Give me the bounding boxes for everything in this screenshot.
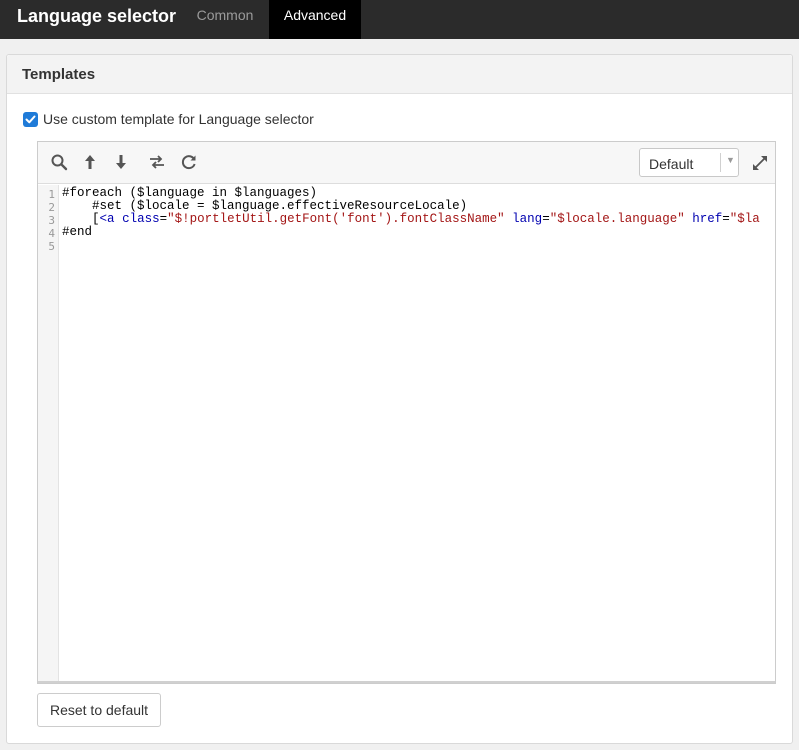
- code-editor: Default ▼ 1 2 3 4 5 #foreach ($language …: [37, 141, 776, 684]
- tab-common[interactable]: Common: [183, 0, 267, 39]
- line-number: 2: [48, 201, 55, 214]
- theme-select-value: Default: [649, 156, 694, 172]
- check-icon: [25, 115, 36, 124]
- line-gutter: 1 2 3 4 5: [38, 185, 59, 681]
- fullscreen-icon[interactable]: [751, 154, 769, 172]
- editor-resize-bar[interactable]: [38, 681, 775, 683]
- custom-template-checkbox[interactable]: [23, 112, 38, 127]
- line-number: 1: [48, 188, 55, 201]
- app-title: Language selector: [17, 6, 177, 26]
- editor-toolbar: Default ▼: [38, 142, 775, 184]
- line-number: 5: [48, 240, 55, 253]
- tab-advanced[interactable]: Advanced: [269, 0, 361, 39]
- code-line: #end: [62, 225, 93, 239]
- code-line: [<a class="$!portletUtil.getFont('font')…: [92, 212, 760, 226]
- custom-template-label[interactable]: Use custom template for Language selecto…: [43, 111, 314, 127]
- line-number: 4: [48, 227, 55, 240]
- panel-header: Templates: [7, 55, 792, 94]
- swap-icon[interactable]: [148, 153, 168, 173]
- panel-title: Templates: [22, 66, 96, 83]
- select-divider: [720, 153, 721, 172]
- arrow-down-icon[interactable]: [112, 153, 132, 173]
- search-icon[interactable]: [50, 153, 70, 173]
- arrow-up-icon[interactable]: [81, 153, 101, 173]
- theme-select[interactable]: Default ▼: [639, 148, 739, 177]
- templates-panel: Templates Use custom template for Langua…: [6, 54, 793, 744]
- chevron-down-icon: ▼: [726, 155, 735, 165]
- code-area[interactable]: 1 2 3 4 5 #foreach ($language in $langua…: [38, 185, 775, 681]
- line-number: 3: [48, 214, 55, 227]
- code-line: #set ($locale = $language.effectiveResou…: [92, 199, 468, 213]
- refresh-icon[interactable]: [180, 153, 200, 173]
- top-bar: Language selector Common Advanced: [0, 0, 799, 39]
- code-line: #foreach ($language in $languages): [62, 186, 318, 200]
- reset-to-default-button[interactable]: Reset to default: [37, 693, 161, 727]
